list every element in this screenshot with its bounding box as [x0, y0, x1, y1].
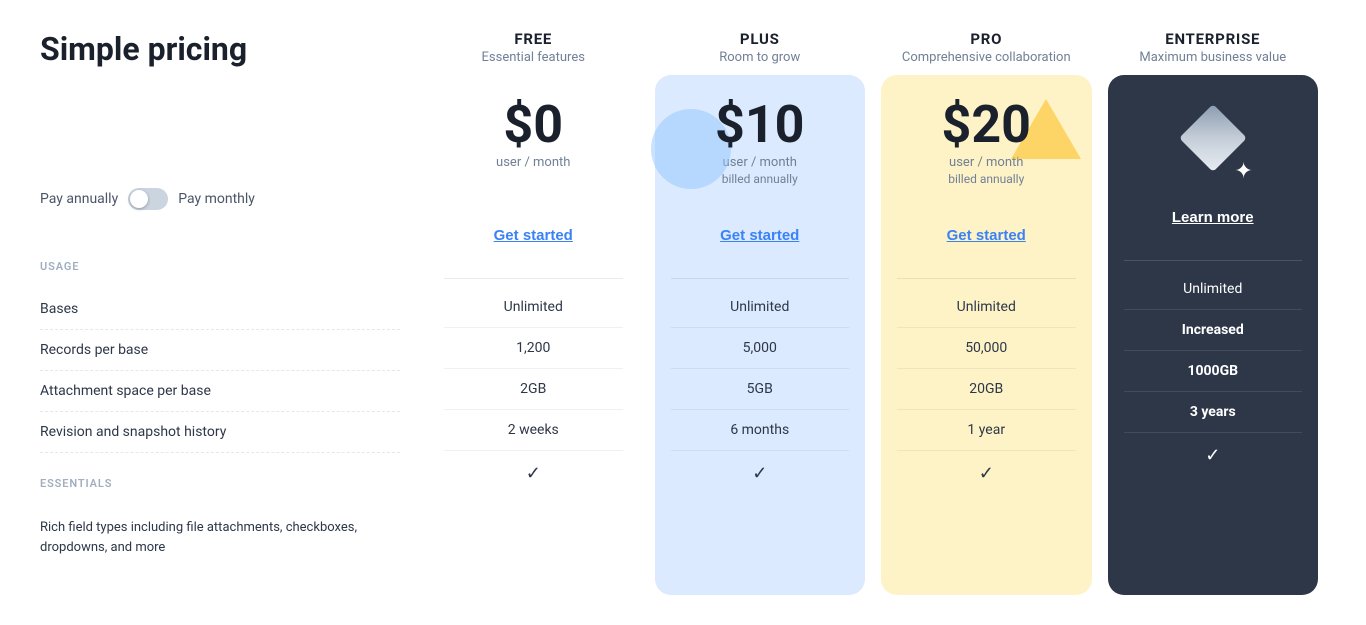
billing-toggle: Pay annually Pay monthly [40, 188, 400, 210]
val-pro-bases: Unlimited [897, 287, 1076, 328]
plan-card-plus: $10 user / month billed annually Get sta… [655, 75, 866, 595]
divider-plus [671, 278, 850, 279]
left-panel: Simple pricing Pay annually Pay monthly … [40, 30, 420, 595]
sparkle-icon: ✦ [1234, 159, 1252, 184]
val-pro-records: 50,000 [897, 328, 1076, 369]
val-free-revision: 2 weeks [444, 410, 623, 451]
essentials-section-label: ESSENTIALS [40, 477, 400, 490]
annual-label: Pay annually [40, 191, 118, 207]
plan-name-pro: PRO [881, 30, 1092, 48]
plan-col-plus: PLUS Room to grow $10 user / month bille… [647, 30, 874, 595]
check-plus-essentials: ✓ [671, 451, 850, 496]
price-area-plus: $10 user / month billed annually [671, 99, 850, 199]
toggle-thumb [130, 190, 148, 208]
plan-header-pro: PRO Comprehensive collaboration [881, 30, 1092, 75]
val-free-attachment: 2GB [444, 369, 623, 410]
feature-attachment: Attachment space per base [40, 371, 400, 412]
val-enterprise-revision: 3 years [1124, 392, 1303, 433]
cta-plus[interactable]: Get started [671, 217, 850, 254]
page-title: Simple pricing [40, 30, 400, 68]
feature-bases: Bases [40, 289, 400, 330]
billed-pro: billed annually [897, 172, 1076, 186]
plan-name-free: FREE [428, 30, 639, 48]
usage-section-label: USAGE [40, 260, 400, 273]
val-enterprise-records: Increased [1124, 310, 1303, 351]
val-free-bases: Unlimited [444, 287, 623, 328]
val-enterprise-attachment: 1000GB [1124, 351, 1303, 392]
plan-col-pro: PRO Comprehensive collaboration $20 user… [873, 30, 1100, 595]
plan-name-enterprise: ENTERPRISE [1108, 30, 1319, 48]
check-pro-essentials: ✓ [897, 451, 1076, 496]
price-free: $0 [444, 99, 623, 151]
val-free-records: 1,200 [444, 328, 623, 369]
val-enterprise-bases: Unlimited [1124, 269, 1303, 310]
enterprise-icon-area: ✦ [1124, 99, 1303, 189]
val-plus-revision: 6 months [671, 410, 850, 451]
plan-subtitle-pro: Comprehensive collaboration [881, 50, 1092, 65]
feature-records: Records per base [40, 330, 400, 371]
monthly-label: Pay monthly [178, 191, 255, 207]
period-free: user / month [444, 155, 623, 170]
cta-free[interactable]: Get started [444, 217, 623, 254]
plans-area: FREE Essential features $0 user / month … [420, 30, 1326, 595]
plan-header-free: FREE Essential features [428, 30, 639, 75]
plan-subtitle-enterprise: Maximum business value [1108, 50, 1319, 65]
check-free-essentials: ✓ [444, 451, 623, 496]
divider-enterprise [1124, 260, 1303, 261]
plan-card-free: $0 user / month Get started Unlimited 1,… [428, 75, 639, 595]
plan-card-pro: $20 user / month billed annually Get sta… [881, 75, 1092, 595]
plan-subtitle-plus: Room to grow [655, 50, 866, 65]
val-plus-bases: Unlimited [671, 287, 850, 328]
divider-free [444, 278, 623, 279]
cta-pro[interactable]: Get started [897, 217, 1076, 254]
plan-header-plus: PLUS Room to grow [655, 30, 866, 75]
divider-pro [897, 278, 1076, 279]
essentials-section: ESSENTIALS Rich field types including fi… [40, 477, 400, 569]
plan-subtitle-free: Essential features [428, 50, 639, 65]
val-pro-attachment: 20GB [897, 369, 1076, 410]
plan-name-plus: PLUS [655, 30, 866, 48]
val-pro-revision: 1 year [897, 410, 1076, 451]
val-plus-attachment: 5GB [671, 369, 850, 410]
price-pro: $20 [897, 99, 1076, 151]
cta-enterprise[interactable]: Learn more [1124, 199, 1303, 236]
usage-section: USAGE Bases Records per base Attachment … [40, 260, 400, 453]
plan-header-enterprise: ENTERPRISE Maximum business value [1108, 30, 1319, 75]
price-area-free: $0 user / month [444, 99, 623, 199]
feature-revision: Revision and snapshot history [40, 412, 400, 453]
plan-col-free: FREE Essential features $0 user / month … [420, 30, 647, 595]
price-plus: $10 [671, 99, 850, 151]
main-container: Simple pricing Pay annually Pay monthly … [0, 0, 1366, 625]
plan-card-enterprise: ✦ Learn more Unlimited Increased 1000GB … [1108, 75, 1319, 595]
val-plus-records: 5,000 [671, 328, 850, 369]
essentials-rich-fields: Rich field types including file attachme… [40, 506, 400, 569]
price-area-pro: $20 user / month billed annually [897, 99, 1076, 199]
plan-col-enterprise: ENTERPRISE Maximum business value ✦ Lear… [1100, 30, 1327, 595]
check-enterprise-essentials: ✓ [1124, 433, 1303, 478]
billing-toggle-switch[interactable] [128, 188, 168, 210]
